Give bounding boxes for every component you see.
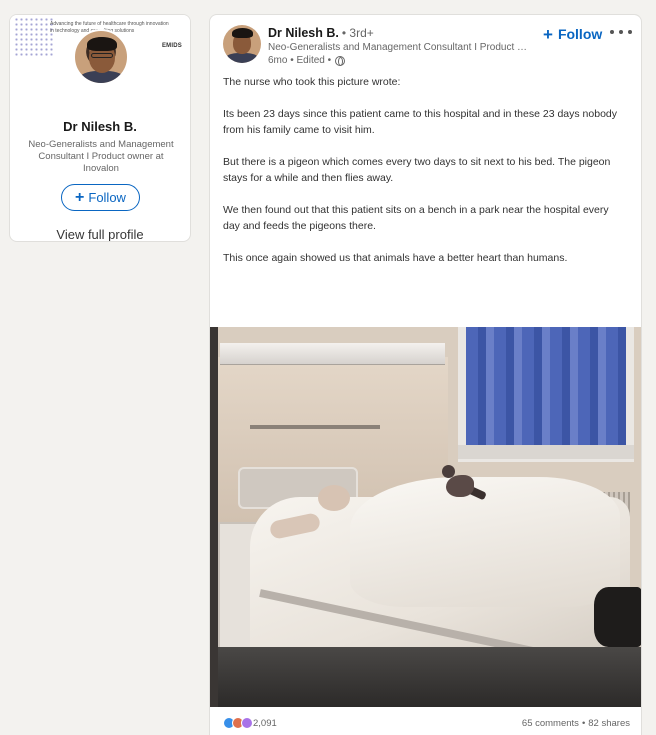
post-paragraph: Its been 23 days since this patient came… bbox=[223, 108, 618, 136]
more-icon[interactable] bbox=[610, 23, 632, 41]
post-author-headline: Neo-Generalists and Management Consultan… bbox=[268, 42, 528, 53]
post-follow-label: Follow bbox=[557, 26, 603, 42]
comments-count[interactable]: 65 comments bbox=[522, 718, 579, 729]
banner-pattern bbox=[14, 17, 54, 57]
profile-card: Advancing the future of healthcare throu… bbox=[9, 14, 191, 242]
post-card: Dr Nilesh B. • 3rd+ Neo-Generalists and … bbox=[209, 14, 642, 735]
post-image[interactable] bbox=[210, 327, 641, 707]
post-timestamp: 6mo • Edited • bbox=[268, 55, 332, 66]
follow-button[interactable]: + Follow bbox=[61, 184, 140, 211]
post-author: Dr Nilesh B. • 3rd+ bbox=[268, 26, 374, 40]
avatar[interactable] bbox=[73, 29, 129, 85]
profile-headline: Neo-Generalists and Management Consultan… bbox=[28, 139, 174, 174]
post-paragraph: But there is a pigeon which comes every … bbox=[223, 156, 611, 184]
post-paragraph: We then found out that this patient sits… bbox=[223, 204, 609, 232]
post-author-name[interactable]: Dr Nilesh B. bbox=[268, 26, 339, 40]
curtain bbox=[466, 327, 626, 445]
follow-label: Follow bbox=[88, 190, 126, 205]
view-full-profile-link[interactable]: View full profile bbox=[10, 227, 190, 241]
reaction-count: 2,091 bbox=[253, 717, 277, 729]
pigeon bbox=[446, 475, 474, 497]
post-paragraph: This once again showed us that animals h… bbox=[223, 252, 568, 264]
post-meta: 6mo • Edited • bbox=[268, 55, 346, 66]
count-separator: • bbox=[581, 717, 586, 729]
post-author-avatar[interactable] bbox=[223, 25, 261, 63]
post-paragraph: The nurse who took this picture wrote: bbox=[223, 76, 401, 88]
patient bbox=[318, 485, 350, 511]
post-text: The nurse who took this picture wrote: I… bbox=[223, 74, 628, 282]
connection-degree: • 3rd+ bbox=[341, 26, 374, 40]
post-follow-button[interactable]: + Follow bbox=[543, 23, 602, 45]
plus-icon: + bbox=[543, 24, 553, 44]
shares-count[interactable]: 82 shares bbox=[588, 718, 630, 729]
globe-icon bbox=[335, 55, 346, 66]
banner-logo: EMIDS bbox=[161, 43, 182, 49]
reactions-summary[interactable]: 2,091 bbox=[223, 717, 277, 729]
social-counts: 2,091 65 comments • 82 shares bbox=[223, 715, 630, 731]
profile-name[interactable]: Dr Nilesh B. bbox=[10, 119, 190, 134]
plus-icon: + bbox=[75, 188, 85, 206]
insight-icon bbox=[241, 717, 253, 729]
